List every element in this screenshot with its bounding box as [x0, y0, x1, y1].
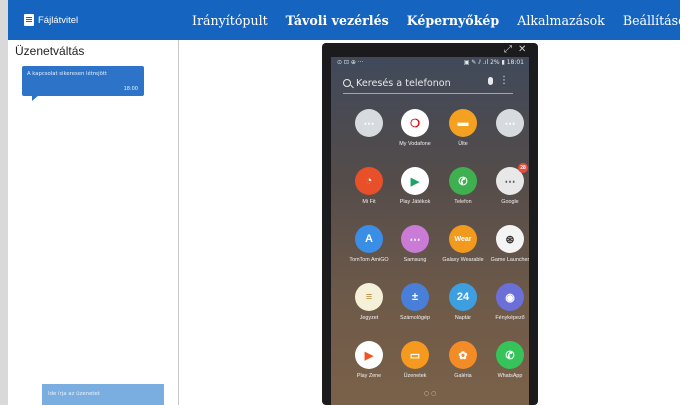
calculator-icon: ±	[401, 283, 429, 311]
bubble-tail	[32, 95, 39, 101]
tab-applications[interactable]: Alkalmazások	[508, 13, 614, 28]
notes-icon: ≡	[355, 283, 383, 311]
play-games-icon: ▶	[401, 167, 429, 195]
chat-message-bubble: A kapcsolat sikeresen létrejött 18:00	[22, 66, 144, 101]
app-label: Galaxy Wearable	[442, 257, 484, 263]
app-item[interactable]: ⋯	[345, 109, 393, 141]
more-options-icon[interactable]: ⋮	[499, 75, 509, 86]
message-text: A kapcsolat sikeresen létrejött	[27, 71, 108, 77]
phone-icon: ✆	[449, 167, 477, 195]
vodafone-icon: ❍	[401, 109, 429, 137]
sidebar-title: Üzenetváltás	[15, 44, 85, 58]
search-icon	[343, 79, 351, 87]
top-navigation-bar: Fájlátvitel Irányítópult Távoli vezérlés…	[8, 0, 688, 40]
phone-mirror: ⤢ ✕ ⊙ ⊡ ⊕ ··· ▣ ✎ ⫽ .ıl 2% ▮ 18:01 Keres…	[322, 43, 538, 405]
phone-search-placeholder: Keresés a telefonon	[356, 78, 451, 89]
status-right: ▣ ✎ ⫽ .ıl 2% ▮ 18:01	[463, 59, 524, 66]
app-item[interactable]: ◔ Mi Fit	[345, 167, 393, 206]
app-label: Samsung	[403, 257, 427, 263]
whatsapp-icon: ✆	[496, 341, 524, 369]
app-item[interactable]: ✆ WhatsApp	[486, 341, 529, 380]
app-label: Jegyzet	[359, 315, 379, 321]
app-label: Play Zene	[356, 373, 382, 379]
app-label: Mi Fit	[362, 199, 376, 205]
app-item[interactable]: 24 Naptár	[439, 283, 487, 322]
file-transfer-icon	[24, 14, 34, 26]
brand-label: Fájlátvitel	[38, 14, 79, 26]
calendar-icon: 24	[449, 283, 477, 311]
microphone-icon[interactable]	[488, 77, 493, 85]
message-time: 18:00	[123, 86, 138, 92]
expand-icon[interactable]: ⤢	[504, 45, 512, 55]
brand[interactable]: Fájlátvitel	[24, 11, 78, 29]
app-item[interactable]: ≡ Jegyzet	[345, 283, 393, 322]
phone-screen[interactable]: ⊙ ⊡ ⊕ ··· ▣ ✎ ⫽ .ıl 2% ▮ 18:01 Keresés a…	[331, 57, 529, 405]
play-music-icon: ▶	[355, 341, 383, 369]
app-label: Fényképező	[495, 315, 525, 321]
app-item[interactable]: ✆ Telefon	[439, 167, 487, 206]
app-label: Game Launcher	[490, 257, 529, 263]
main-tabs: Irányítópult Távoli vezérlés Képernyőkép…	[183, 13, 688, 28]
app-label: Galéria	[454, 373, 472, 379]
phone-toolbar: ⤢ ✕	[322, 43, 538, 57]
message-input[interactable]: Ide írja az üzenetet	[42, 384, 164, 405]
notification-badge: 28	[518, 163, 528, 173]
messages-icon: ▭	[401, 341, 429, 369]
app-item[interactable]: ⋯ 28 Google	[486, 163, 529, 206]
app-item[interactable]: ▶ Play Játékok	[391, 167, 439, 206]
app-label: Üzenetek	[403, 373, 427, 379]
app-item[interactable]: ⋯	[486, 109, 529, 141]
wear-icon: Wear	[449, 225, 477, 253]
app-item[interactable]: ▭ Üzenetek	[391, 341, 439, 380]
game-launcher-icon: ⊛	[496, 225, 524, 253]
tab-screenshot[interactable]: Képernyőkép	[398, 13, 509, 28]
tab-remote-control[interactable]: Távoli vezérlés	[277, 13, 398, 28]
folder-app-icon: ▬	[449, 109, 477, 137]
left-edge	[0, 0, 8, 405]
right-edge	[680, 0, 688, 405]
app-item[interactable]: ± Számológép	[391, 283, 439, 322]
app-item[interactable]: ◉ Fényképező	[486, 283, 529, 322]
folder-icon: ⋯	[496, 109, 524, 137]
page-indicator: ○ ○	[423, 390, 437, 397]
app-label: My Vodafone	[399, 141, 431, 147]
app-label: Ülte	[458, 141, 468, 147]
app-item[interactable]: Wear Galaxy Wearable	[439, 225, 487, 264]
app-label: WhatsApp	[497, 373, 523, 379]
app-label: TomTom AmiGO	[349, 257, 389, 263]
app-label: Play Játékok	[399, 199, 431, 205]
close-icon[interactable]: ✕	[518, 45, 526, 55]
camera-icon: ◉	[496, 283, 524, 311]
folder-icon: ⋯	[355, 109, 383, 137]
tomtom-icon: A	[355, 225, 383, 253]
tab-settings[interactable]: Beállítások	[614, 13, 688, 28]
mifit-icon: ◔	[355, 167, 383, 195]
app-item[interactable]: ▶ Play Zene	[345, 341, 393, 380]
chat-sidebar: Üzenetváltás A kapcsolat sikeresen létre…	[8, 40, 179, 405]
app-item[interactable]: ⊛ Game Launcher	[486, 225, 529, 264]
app-label: Google	[501, 199, 519, 205]
app-window: Fájlátvitel Irányítópult Távoli vezérlés…	[0, 0, 688, 405]
app-label: Naptár	[454, 315, 472, 321]
app-item[interactable]: ⋯ Samsung	[391, 225, 439, 264]
app-label: Számológép	[400, 315, 430, 321]
phone-search-bar[interactable]: Keresés a telefonon ⋮	[343, 75, 513, 94]
app-item[interactable]: ▬ Ülte	[439, 109, 487, 148]
samsung-folder-icon: ⋯	[401, 225, 429, 253]
app-item[interactable]: ✿ Galéria	[439, 341, 487, 380]
phone-status-bar: ⊙ ⊡ ⊕ ··· ▣ ✎ ⫽ .ıl 2% ▮ 18:01	[331, 57, 529, 68]
google-folder-icon: ⋯ 28	[496, 163, 528, 195]
status-left: ⊙ ⊡ ⊕ ···	[337, 59, 364, 66]
gallery-icon: ✿	[449, 341, 477, 369]
app-item[interactable]: A TomTom AmiGO	[345, 225, 393, 264]
tab-dashboard[interactable]: Irányítópult	[183, 13, 277, 28]
app-item[interactable]: ❍ My Vodafone	[391, 109, 439, 148]
app-label: Telefon	[454, 199, 472, 205]
